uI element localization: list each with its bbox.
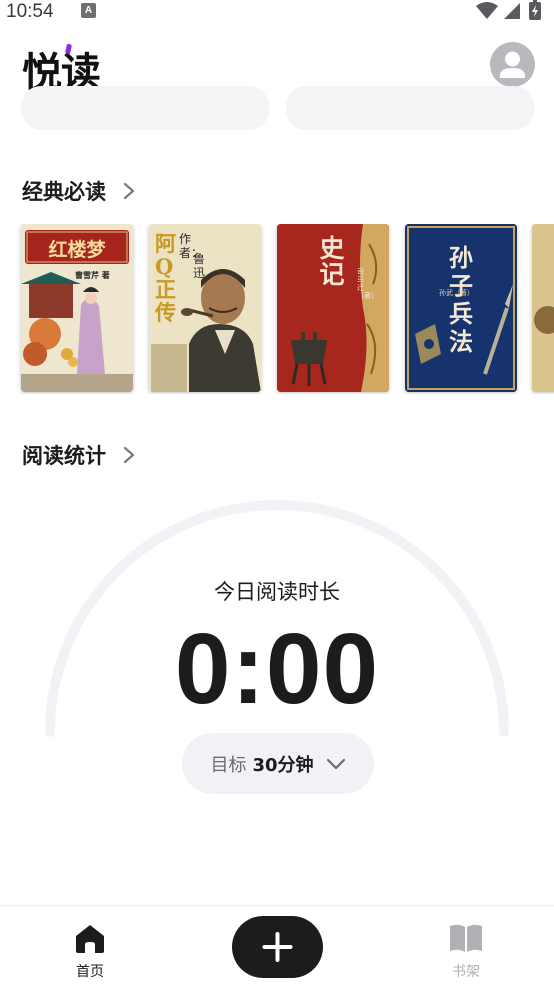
book-author: 曹雪芹 著 [75, 271, 110, 280]
section-stats-title: 阅读统计 [22, 444, 106, 468]
book-open-icon [450, 924, 482, 952]
status-bar: 10:54 A [0, 0, 554, 24]
book-title: 阿Q正传 [155, 231, 176, 325]
accessibility-badge-icon: A [81, 3, 96, 18]
book-title: 孙子兵法 [449, 243, 473, 356]
user-avatar-icon[interactable] [490, 42, 535, 87]
status-icons [476, 0, 541, 20]
plus-icon [262, 932, 293, 962]
goal-value: 30分钟 [252, 754, 314, 776]
wifi-icon [476, 2, 498, 19]
nav-bookshelf-label: 书架 [452, 964, 480, 980]
today-reading-label: 今日阅读时长 [214, 580, 340, 604]
banner-card-left[interactable] [21, 86, 269, 130]
app-header: 悦读 [0, 36, 554, 96]
book-author: 孙武（著） [439, 289, 474, 297]
reading-goal-selector[interactable]: 目标 30分钟 [182, 733, 374, 794]
goal-label: 目标 [210, 754, 247, 776]
book-title: 史记 [319, 234, 347, 289]
status-time: 10:54 [6, 1, 54, 22]
nav-bookshelf[interactable]: 书架 [436, 922, 496, 981]
battery-icon [529, 0, 541, 20]
bottom-navigation: 首页 书架 [0, 905, 554, 987]
banner-card-right[interactable] [286, 86, 534, 130]
section-classics-title: 经典必读 [22, 180, 106, 204]
book-cover-partial[interactable] [532, 224, 554, 392]
book-cover-hongloumeng[interactable]: 红楼梦 曹雪芹 著 [21, 224, 133, 392]
signal-icon [504, 3, 520, 19]
book-cover-ahq[interactable]: 阿Q正传 作者： 鲁迅 [149, 224, 261, 392]
book-cover-shiji[interactable]: 史记 司马迁（著） [277, 224, 389, 392]
book-cover-sunzi[interactable]: 孙子兵法 孙武（著） [405, 224, 517, 392]
chevron-right-icon [123, 446, 135, 464]
nav-home-label: 首页 [76, 964, 104, 980]
today-reading-duration: 0:00 [174, 613, 380, 725]
home-icon [76, 925, 104, 953]
book-title: 红楼梦 [48, 239, 106, 261]
section-stats[interactable]: 阅读统计 [22, 440, 136, 470]
nav-home[interactable]: 首页 [60, 922, 120, 981]
book-author: 司马迁（著） [357, 268, 378, 300]
classics-book-list: 红楼梦 曹雪芹 著 阿Q正传 作者： 鲁迅 史记 司马迁（ 孙子兵法 孙武（著） [0, 224, 554, 394]
book-author: 鲁迅 [193, 252, 206, 280]
book-author-prefix: 作者： [179, 232, 204, 260]
section-classics[interactable]: 经典必读 [22, 176, 136, 206]
add-button[interactable] [232, 916, 323, 978]
chevron-right-icon [123, 182, 135, 200]
chevron-down-icon [326, 758, 345, 769]
